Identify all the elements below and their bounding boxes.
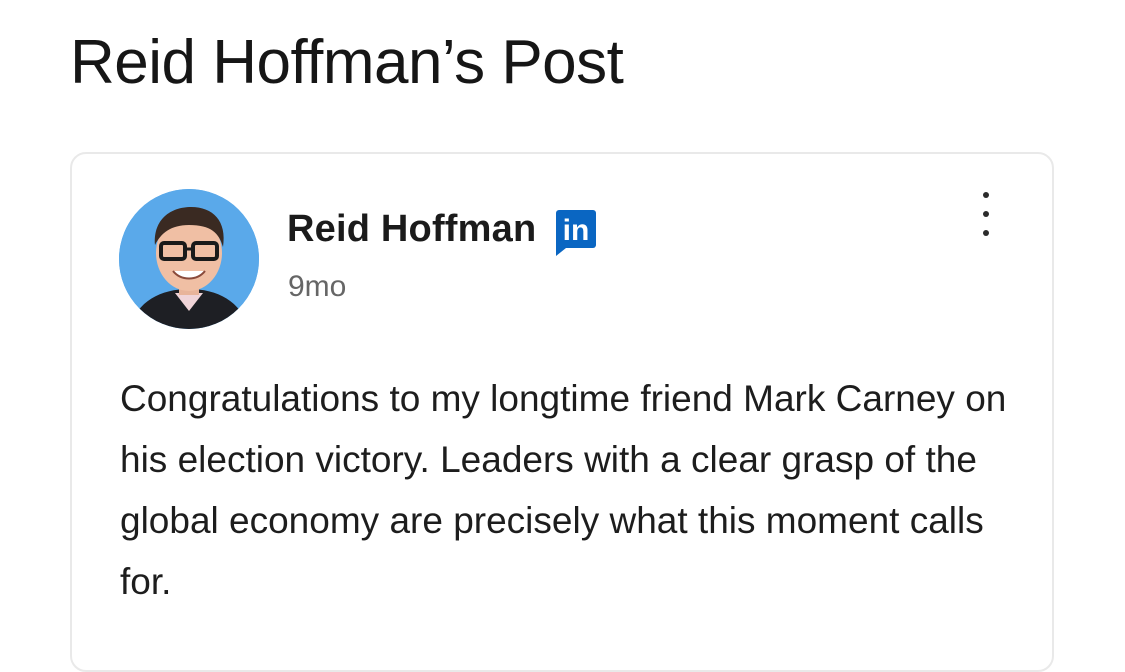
linkedin-icon: in [556, 210, 597, 256]
linkedin-badge-text: in [563, 214, 590, 247]
post-card: Reid Hoffman in 9mo Congratulations to m… [70, 152, 1054, 672]
avatar[interactable] [119, 189, 259, 329]
author-name[interactable]: Reid Hoffman [287, 208, 536, 251]
post-body-text: Congratulations to my longtime friend Ma… [120, 378, 1007, 602]
author-row: Reid Hoffman in [287, 206, 597, 256]
more-vertical-icon [983, 192, 989, 198]
more-options-button[interactable] [970, 192, 1002, 236]
more-vertical-icon-dot [983, 211, 989, 217]
more-vertical-icon-dot [983, 230, 989, 236]
post-timestamp: 9mo [288, 270, 347, 303]
profile-photo-icon [119, 189, 259, 329]
page-title: Reid Hoffman’s Post [70, 28, 624, 97]
